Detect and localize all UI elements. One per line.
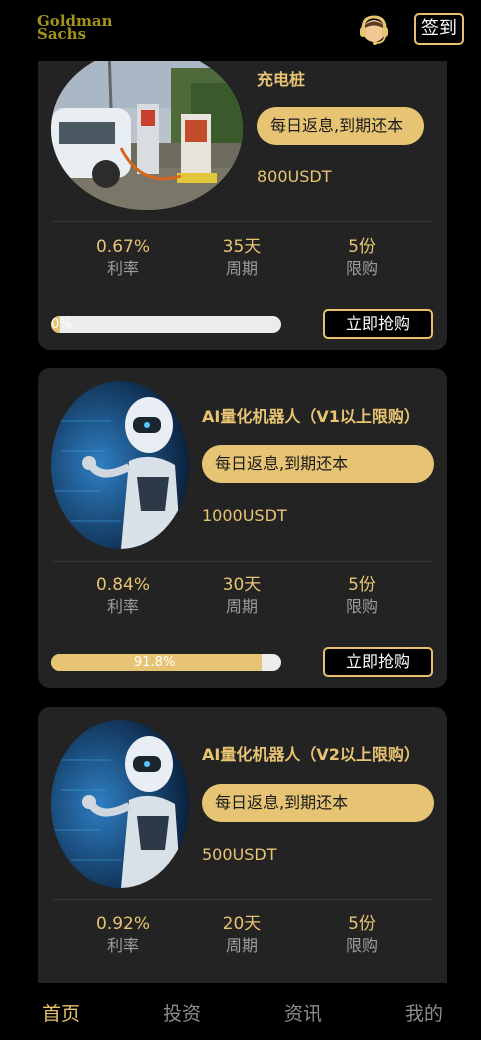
- divider: [52, 899, 433, 900]
- limit-stat: 5份 限购: [302, 236, 422, 280]
- limit-label: 限购: [345, 259, 378, 278]
- rate-value: 0.92%: [95, 914, 150, 934]
- cycle-label: 周期: [225, 259, 258, 278]
- limit-value: 5份: [348, 575, 376, 595]
- divider: [52, 561, 433, 562]
- return-tag: 每日返息,到期还本: [257, 107, 424, 145]
- product-card[interactable]: 充电桩 每日返息,到期还本 800USDT 0.67% 利率 35天 周期 5份…: [38, 30, 447, 350]
- cycle-stat: 35天 周期: [182, 236, 302, 280]
- rate-stat: 0.92% 利率: [63, 913, 183, 957]
- progress-bar: 0%: [51, 316, 281, 333]
- progress-percent: 0%: [51, 317, 72, 332]
- progress-percent: 91.8%: [134, 655, 176, 670]
- rate-stat: 0.67% 利率: [63, 236, 183, 280]
- tab-home[interactable]: 首页: [31, 999, 91, 1026]
- rate-label: 利率: [106, 936, 139, 955]
- tab-invest[interactable]: 投资: [152, 999, 212, 1026]
- sign-in-button[interactable]: 签到: [414, 13, 464, 45]
- rate-value: 0.67%: [95, 237, 150, 257]
- divider: [52, 221, 433, 222]
- limit-stat: 5份 限购: [302, 574, 422, 618]
- product-price: 500USDT: [202, 845, 277, 864]
- cycle-value: 35天: [222, 237, 262, 257]
- product-price: 800USDT: [257, 167, 332, 186]
- limit-label: 限购: [345, 597, 378, 616]
- product-name: 充电桩: [257, 70, 306, 89]
- ai-robot-image: [51, 381, 189, 549]
- cycle-stat: 30天 周期: [182, 574, 302, 618]
- rate-label: 利率: [106, 597, 139, 616]
- return-tag: 每日返息,到期还本: [202, 784, 434, 822]
- limit-value: 5份: [348, 914, 376, 934]
- buy-now-button[interactable]: 立即抢购: [323, 647, 433, 677]
- limit-value: 5份: [348, 237, 376, 257]
- rate-value: 0.84%: [95, 575, 150, 595]
- product-card[interactable]: AI量化机器人（V2以上限购） 每日返息,到期还本 500USDT 0.92% …: [38, 707, 447, 1027]
- goldman-sachs-logo[interactable]: Goldman Sachs: [37, 14, 143, 45]
- tab-news[interactable]: 资讯: [273, 999, 333, 1026]
- return-tag: 每日返息,到期还本: [202, 445, 434, 483]
- progress-bar: 91.8%: [51, 654, 281, 671]
- ai-robot-image: [51, 720, 189, 888]
- cycle-label: 周期: [225, 597, 258, 616]
- rate-label: 利率: [106, 259, 139, 278]
- limit-stat: 5份 限购: [302, 913, 422, 957]
- cycle-value: 30天: [222, 575, 262, 595]
- product-name: AI量化机器人（V1以上限购）: [202, 407, 420, 426]
- limit-label: 限购: [345, 936, 378, 955]
- cycle-stat: 20天 周期: [182, 913, 302, 957]
- cycle-value: 20天: [222, 914, 262, 934]
- tab-mine[interactable]: 我的: [394, 999, 454, 1026]
- cycle-label: 周期: [225, 936, 258, 955]
- bottom-tab-bar: 首页 投资 资讯 我的: [0, 983, 481, 1040]
- ev-charging-station-image: [51, 48, 243, 210]
- buy-now-button[interactable]: 立即抢购: [323, 309, 433, 339]
- product-card[interactable]: AI量化机器人（V1以上限购） 每日返息,到期还本 1000USDT 0.84%…: [38, 368, 447, 688]
- product-price: 1000USDT: [202, 506, 287, 525]
- top-header: Goldman Sachs 签到: [0, 0, 481, 61]
- product-name: AI量化机器人（V2以上限购）: [202, 745, 420, 764]
- rate-stat: 0.84% 利率: [63, 574, 183, 618]
- product-list-page: 充电桩 每日返息,到期还本 800USDT 0.67% 利率 35天 周期 5份…: [0, 0, 481, 1040]
- customer-service-headset-icon[interactable]: [356, 12, 392, 48]
